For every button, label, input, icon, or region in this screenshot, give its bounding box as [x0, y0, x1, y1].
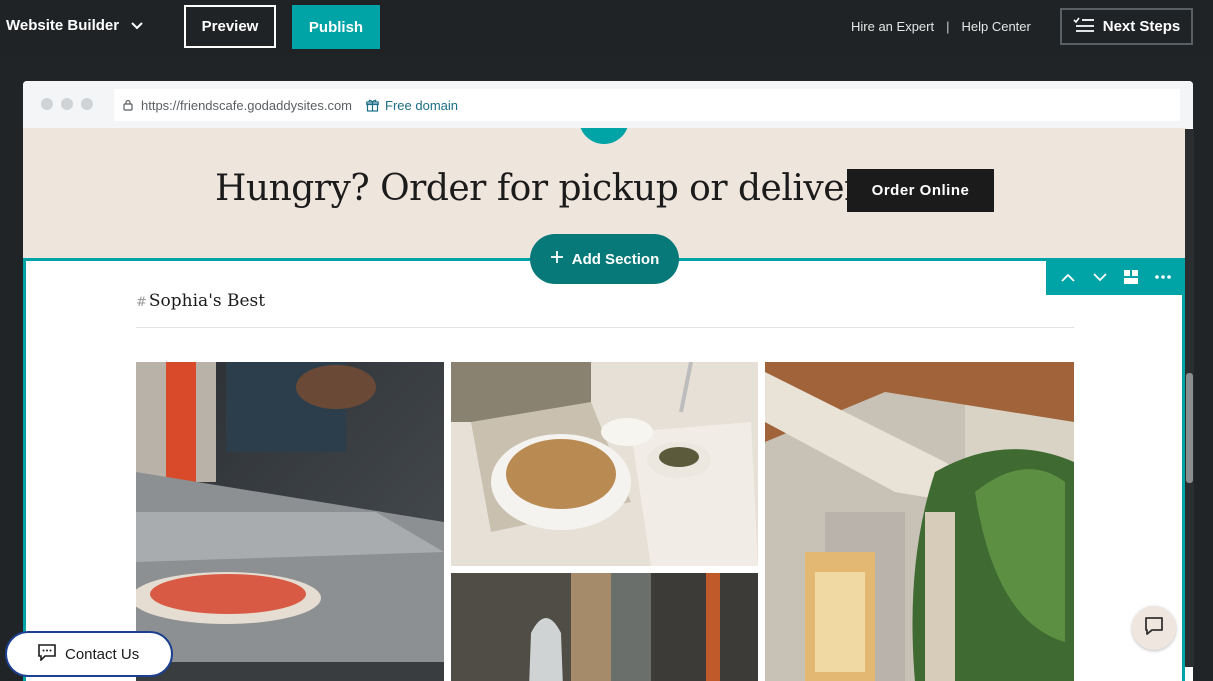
brand-label: Website Builder: [6, 17, 120, 34]
chat-widget-button[interactable]: [1132, 606, 1176, 650]
contact-us-button[interactable]: Contact Us: [5, 631, 173, 677]
patio-umbrella-image[interactable]: [765, 362, 1074, 681]
heading-hash: #: [136, 295, 147, 310]
gift-icon: [366, 99, 379, 112]
section-title-text: Sophia's Best: [148, 291, 266, 311]
bread-basket-image[interactable]: [451, 362, 758, 566]
next-steps-button[interactable]: Next Steps: [1060, 8, 1193, 45]
restaurant-interior-image[interactable]: [451, 573, 758, 681]
address-bar: https://friendscafe.godaddysites.com Fre…: [114, 89, 1180, 121]
banner-heading: Hungry? Order for pickup or delivery.: [215, 168, 887, 209]
site-url: https://friendscafe.godaddysites.com: [141, 97, 353, 113]
order-online-label: Order Online: [871, 182, 970, 199]
contact-us-label: Contact Us: [65, 645, 140, 663]
add-section-button[interactable]: Add Section: [530, 234, 679, 284]
add-section-label: Add Section: [571, 250, 660, 268]
window-dot: [41, 98, 53, 110]
heading-divider: [136, 327, 1074, 328]
more-options-icon[interactable]: [1151, 265, 1175, 289]
section-toolbar: [1046, 259, 1185, 295]
section-heading[interactable]: # Sophia's Best: [136, 291, 265, 311]
chat-bubble-icon: [37, 643, 57, 665]
preview-label: Preview: [201, 18, 259, 35]
website-builder-menu[interactable]: Website Builder: [6, 17, 143, 34]
window-dot: [81, 98, 93, 110]
move-down-icon[interactable]: [1088, 265, 1112, 289]
publish-label: Publish: [308, 18, 364, 36]
link-separator: |: [946, 19, 950, 34]
browser-chrome: https://friendscafe.godaddysites.com Fre…: [23, 81, 1193, 128]
help-center-link[interactable]: Help Center: [961, 19, 1030, 34]
free-domain-link[interactable]: Free domain: [385, 98, 458, 113]
lock-icon: [123, 99, 133, 111]
next-steps-label: Next Steps: [1102, 18, 1181, 35]
hire-expert-link[interactable]: Hire an Expert: [851, 19, 934, 34]
window-dot: [61, 98, 73, 110]
pizza-dough-image[interactable]: [136, 362, 444, 681]
layout-icon[interactable]: [1119, 265, 1143, 289]
chevron-down-icon: [131, 21, 143, 30]
order-online-button[interactable]: Order Online: [847, 169, 994, 212]
site-preview-frame: https://friendscafe.godaddysites.com Fre…: [23, 81, 1193, 681]
scrollbar-thumb[interactable]: [1186, 373, 1193, 483]
checklist-icon: [1073, 17, 1095, 37]
move-up-icon[interactable]: [1056, 265, 1080, 289]
publish-button[interactable]: Publish: [292, 5, 380, 49]
preview-button[interactable]: Preview: [184, 5, 276, 48]
top-bar: Website Builder Preview Publish Hire an …: [0, 0, 1213, 56]
message-icon: [1143, 615, 1165, 642]
accent-circle: [579, 128, 629, 144]
plus-icon: [550, 250, 564, 268]
top-links: Hire an Expert | Help Center: [851, 19, 1031, 34]
